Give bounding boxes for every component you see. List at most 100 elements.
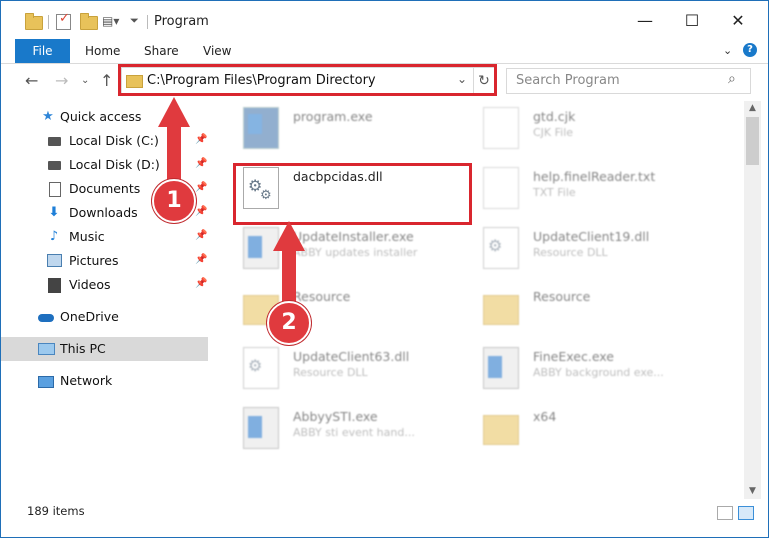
gear-icon: ⚙ (488, 236, 503, 255)
file-description: TXT File (533, 186, 576, 199)
file-name: gtd.cjk (533, 109, 576, 124)
nav-item-label: Downloads (69, 205, 138, 220)
file-name: UpdateInstaller.exe (293, 229, 414, 244)
application-icon (483, 347, 519, 389)
file-description: ABBY background exe... (533, 366, 664, 379)
file-item[interactable]: UpdateInstaller.exe ABBY updates install… (235, 223, 465, 277)
file-name: help.finelReader.txt (533, 169, 656, 184)
step-1-badge: 1 (152, 179, 196, 223)
document-icon (49, 182, 61, 197)
nav-item-pictures[interactable]: Pictures 📌 (1, 249, 208, 273)
nav-item-network[interactable]: Network (1, 369, 208, 393)
folder-item[interactable]: Resource (475, 283, 705, 337)
close-button[interactable]: ✕ (723, 9, 753, 33)
recent-locations-button[interactable]: ⌄ (81, 75, 89, 86)
folder-item[interactable]: x64 (475, 403, 705, 457)
scroll-up-icon[interactable]: ▲ (744, 103, 761, 117)
scrollbar-thumb[interactable] (746, 117, 759, 165)
vertical-scrollbar[interactable]: ▲ ▼ (744, 101, 761, 499)
nav-item-label: Network (60, 373, 113, 388)
file-name: x64 (533, 409, 557, 424)
file-item[interactable]: ⚙ UpdateClient63.dll Resource DLL (235, 343, 465, 397)
tab-home[interactable]: Home (85, 39, 120, 63)
star-icon: ★ (42, 109, 54, 124)
chevron-down-icon[interactable]: ⏷ (130, 14, 139, 28)
tab-file[interactable]: File (15, 39, 70, 63)
pin-icon: 📌 (195, 206, 208, 217)
pin-icon: 📌 (195, 230, 208, 241)
file-item[interactable]: help.finelReader.txt TXT File (475, 163, 705, 217)
nav-item-onedrive[interactable]: OneDrive (1, 305, 208, 329)
computer-icon (38, 343, 55, 355)
gear-icon: ⚙ (248, 356, 263, 375)
tab-view[interactable]: View (203, 39, 231, 63)
help-button[interactable]: ? (743, 43, 757, 57)
search-box[interactable]: Search Program ⌕ (506, 68, 751, 94)
nav-item-this-pc[interactable]: This PC (1, 337, 208, 361)
file-item[interactable]: FineExec.exe ABBY background exe... (475, 343, 705, 397)
dll-file-icon: ⚙ (483, 227, 519, 269)
disk-icon (48, 161, 61, 170)
forward-button[interactable]: → (55, 71, 68, 90)
scroll-down-icon[interactable]: ▼ (744, 486, 761, 500)
new-folder-icon[interactable] (80, 13, 98, 30)
file-highlight-box (233, 163, 472, 225)
nav-item-label: Videos (69, 277, 111, 292)
minimize-button[interactable]: — (630, 9, 660, 33)
arrow-up-icon (273, 221, 305, 251)
file-description: ABBY updates installer (293, 246, 418, 259)
maximize-button[interactable]: ☐ (677, 9, 707, 33)
tab-share[interactable]: Share (144, 39, 179, 63)
file-name: FineExec.exe (533, 349, 614, 364)
search-icon[interactable]: ⌕ (728, 71, 736, 87)
nav-item-videos[interactable]: Videos 📌 (1, 273, 208, 297)
folder-icon (483, 415, 519, 445)
file-name: Resource (293, 289, 351, 304)
file-name: UpdateClient19.dll (533, 229, 650, 244)
large-icons-view-icon[interactable] (738, 506, 754, 520)
arrow-up-icon (158, 97, 190, 127)
arrow-shaft (282, 250, 296, 306)
nav-item-label: Music (69, 229, 105, 244)
explorer-window: ✓ ▤▾ ⏷ Program — ☐ ✕ File Home Share Vie… (0, 0, 769, 538)
cloud-icon (38, 314, 54, 322)
customize-toolbar-icon[interactable]: ▤▾ (102, 14, 119, 28)
title-bar: ✓ ▤▾ ⏷ Program — ☐ ✕ (1, 1, 768, 39)
nav-item-label: Local Disk (C:) (69, 133, 159, 148)
file-icon (483, 167, 519, 209)
file-description: Resource DLL (533, 246, 608, 259)
up-button[interactable]: ↑ (100, 71, 113, 90)
application-icon (243, 407, 279, 449)
file-item[interactable]: AbbyySTI.exe ABBY sti event hand... (235, 403, 465, 457)
folder-icon (25, 13, 43, 30)
file-name: program.exe (293, 109, 373, 124)
pin-icon: 📌 (195, 182, 208, 193)
network-icon (38, 376, 54, 388)
details-view-icon[interactable] (717, 506, 733, 520)
nav-item-music[interactable]: ♪ Music 📌 (1, 225, 208, 249)
search-placeholder: Search Program (516, 73, 620, 88)
dll-file-icon: ⚙ (243, 347, 279, 389)
ribbon: File Home Share View ⌄ ? (1, 39, 768, 64)
file-description: CJK File (533, 126, 574, 139)
disk-icon (48, 137, 61, 146)
step-2-badge: 2 (267, 301, 311, 345)
back-button[interactable]: ← (25, 71, 38, 90)
download-icon: ⬇ (48, 205, 60, 220)
file-icon (483, 107, 519, 149)
file-name: AbbyySTI.exe (293, 409, 378, 424)
application-icon (243, 107, 279, 149)
file-item[interactable]: gtd.cjk CJK File (475, 103, 705, 157)
properties-icon[interactable]: ✓ (56, 11, 71, 30)
file-item[interactable]: program.exe (235, 103, 465, 157)
window-title: Program (154, 14, 209, 29)
pin-icon: 📌 (195, 158, 208, 169)
pictures-icon (47, 254, 62, 267)
file-name: Resource (533, 289, 591, 304)
chevron-down-icon[interactable]: ⌄ (723, 44, 732, 57)
pin-icon: 📌 (195, 278, 208, 289)
nav-item-label: OneDrive (60, 309, 119, 324)
toolbar-divider (48, 15, 49, 29)
file-item[interactable]: ⚙ UpdateClient19.dll Resource DLL (475, 223, 705, 277)
nav-item-label: Documents (69, 181, 141, 196)
